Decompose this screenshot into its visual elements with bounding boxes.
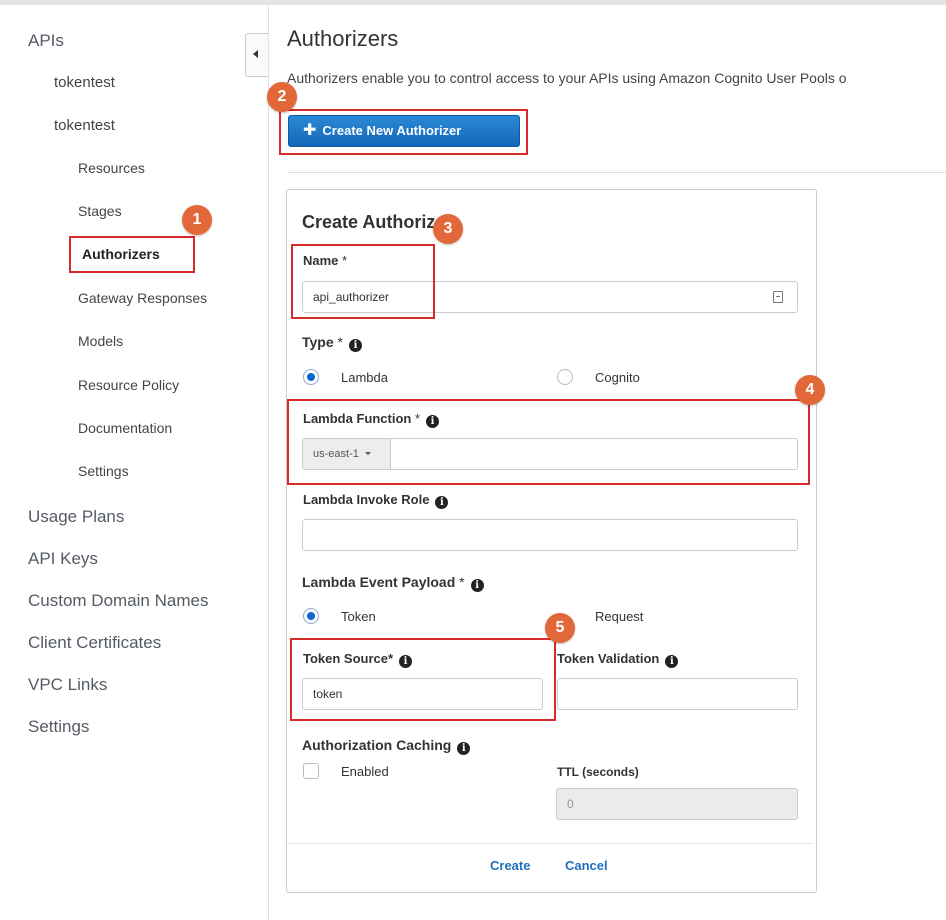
info-icon[interactable]: i (348, 339, 362, 352)
sidebar-item-settings[interactable]: Settings (28, 717, 89, 737)
caching-label: Authorization Caching i (302, 737, 471, 755)
sidebar-item-usage-plans[interactable]: Usage Plans (28, 507, 124, 527)
token-validation-input[interactable] (557, 678, 798, 710)
type-cognito-label: Cognito (595, 370, 640, 385)
create-button[interactable]: Create (490, 858, 530, 873)
form-title: Create Authorizer (302, 212, 453, 232)
info-icon[interactable]: i (435, 496, 449, 509)
required-marker: * (459, 574, 465, 590)
annotation-highlight-name (291, 244, 435, 319)
type-label-text: Type (302, 334, 334, 350)
info-icon[interactable]: i (470, 579, 484, 592)
sidebar-item-resources[interactable]: Resources (78, 160, 145, 176)
collapse-sidebar-button[interactable] (245, 33, 268, 77)
sidebar-item-client-certificates[interactable]: Client Certificates (28, 633, 161, 653)
invoke-role-label-text: Lambda Invoke Role (303, 492, 430, 507)
type-label: Type * i (302, 334, 362, 352)
sidebar-divider (268, 5, 269, 920)
caching-label-text: Authorization Caching (302, 737, 452, 753)
sidebar-item-api-keys[interactable]: API Keys (28, 549, 98, 569)
payload-token-radio[interactable] (303, 608, 319, 624)
invoke-role-input[interactable] (302, 519, 798, 551)
annotation-badge-5: 5 (545, 613, 575, 643)
ttl-value: 0 (567, 797, 574, 811)
sidebar-item-gateway-responses[interactable]: Gateway Responses (78, 290, 207, 306)
header-divider (287, 172, 946, 173)
payload-label-text: Lambda Event Payload (302, 574, 456, 590)
payload-request-label[interactable]: Request (595, 609, 643, 624)
sidebar-item-models[interactable]: Models (78, 333, 123, 349)
type-lambda-radio[interactable] (303, 369, 319, 385)
page-title: Authorizers (287, 26, 399, 51)
annotation-highlight-token-source (290, 638, 556, 721)
type-cognito-radio[interactable] (557, 369, 573, 385)
ttl-label: TTL (seconds) (557, 765, 639, 779)
required-marker: * (337, 334, 343, 350)
payload-token-label: Token (341, 609, 376, 624)
info-icon[interactable]: i (665, 655, 679, 668)
sidebar-item-vpc-links[interactable]: VPC Links (28, 675, 107, 695)
annotation-badge-2: 2 (267, 82, 297, 112)
annotation-badge-1: 1 (182, 205, 212, 235)
sidebar-item-documentation[interactable]: Documentation (78, 420, 172, 436)
annotation-badge-3: 3 (433, 214, 463, 244)
caching-enabled-label: Enabled (341, 764, 389, 779)
ttl-input[interactable]: 0 (556, 788, 798, 820)
caching-enabled-checkbox[interactable] (303, 763, 319, 779)
sidebar (0, 5, 268, 920)
token-validation-label-text: Token Validation (557, 651, 660, 666)
annotation-badge-4: 4 (795, 375, 825, 405)
sidebar-item-custom-domain-names[interactable]: Custom Domain Names (28, 591, 208, 611)
sidebar-item-resource-policy[interactable]: Resource Policy (78, 377, 179, 393)
chevron-left-icon (253, 50, 258, 58)
sidebar-item-api-settings[interactable]: Settings (78, 463, 129, 479)
cancel-button[interactable]: Cancel (565, 858, 608, 873)
sidebar-item-api-tokentest-2[interactable]: tokentest (54, 117, 115, 134)
panel-footer-divider (287, 843, 814, 844)
annotation-highlight-lambda-function (287, 399, 810, 485)
sidebar-item-apis[interactable]: APIs (28, 31, 64, 51)
sidebar-item-api-tokentest-1[interactable]: tokentest (54, 74, 115, 91)
payload-label: Lambda Event Payload * i (302, 574, 484, 592)
info-icon[interactable]: i (457, 742, 471, 755)
page-description: Authorizers enable you to control access… (287, 70, 847, 86)
sidebar-item-stages[interactable]: Stages (78, 203, 122, 219)
invoke-role-label: Lambda Invoke Role i (303, 492, 449, 509)
autofill-icon (773, 291, 783, 303)
annotation-highlight-create-button (279, 109, 528, 155)
annotation-highlight-authorizers (69, 236, 195, 273)
type-lambda-label: Lambda (341, 370, 388, 385)
token-validation-label: Token Validation i (557, 651, 679, 668)
